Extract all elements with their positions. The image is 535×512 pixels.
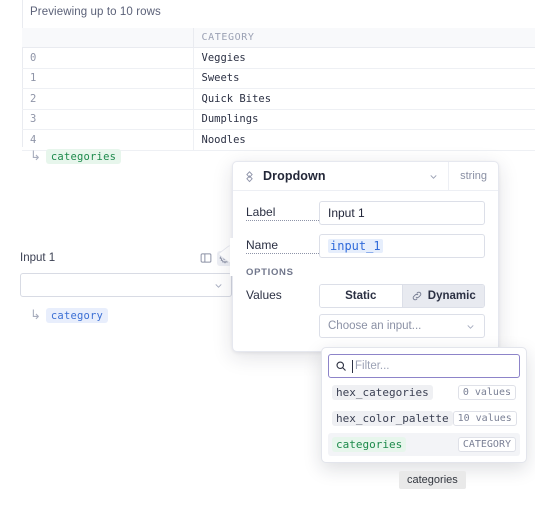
config-panel-type-label: string (448, 162, 498, 190)
split-panel-icon[interactable] (198, 251, 213, 266)
table-row: 0 Veggies (22, 48, 535, 69)
input-1-header: Input 1 (20, 250, 232, 266)
text-caret (352, 360, 353, 373)
column-header-category: CATEGORY (193, 28, 535, 48)
options-section-heading: OPTIONS (246, 267, 485, 278)
input-filter-dropdown-menu: Filter... hex_categories 0 values hex_co… (321, 347, 527, 463)
row-index: 4 (22, 130, 193, 151)
name-field-input[interactable]: input_1 (319, 234, 485, 258)
arrow-return-icon: ↳ (30, 309, 41, 322)
table-row: 1 Sweets (22, 68, 535, 89)
search-icon (335, 360, 347, 372)
choose-input-placeholder: Choose an input... (328, 320, 421, 332)
menu-item-badge: 10 values (453, 411, 517, 426)
diamond-icon (243, 170, 256, 183)
choose-input-select[interactable]: Choose an input... (319, 314, 485, 338)
preview-table: CATEGORY 0 Veggies 1 Sweets 2 Quick Bite… (22, 28, 535, 151)
table-row: 3 Dumplings (22, 109, 535, 130)
row-index: 2 (22, 89, 193, 110)
link-icon (411, 290, 423, 302)
row-category: Quick Bites (193, 89, 535, 110)
config-panel-title: Dropdown (263, 169, 326, 183)
filter-input-placeholder: Filter... (355, 360, 390, 372)
segment-static-label: Static (345, 290, 376, 302)
arrow-return-icon: ↳ (30, 150, 41, 163)
input-output-badge-row: ↳ category (30, 308, 108, 323)
menu-item-hex-categories[interactable]: hex_categories 0 values (328, 381, 520, 404)
label-field-label: Label (246, 205, 319, 221)
row-category: Sweets (193, 68, 535, 89)
menu-item-badge: 0 values (458, 385, 516, 400)
column-header-index (22, 28, 193, 48)
hover-tooltip: categories (399, 471, 466, 489)
row-category: Veggies (193, 48, 535, 69)
chevron-down-icon (213, 280, 224, 291)
table-row: 4 Noodles (22, 130, 535, 151)
table-row: 2 Quick Bites (22, 89, 535, 110)
row-category: Noodles (193, 130, 535, 151)
chevron-down-icon[interactable] (428, 171, 448, 182)
values-mode-segmented-control: Static Dynamic (319, 284, 485, 308)
input-output-variable-badge[interactable]: category (46, 308, 108, 323)
menu-item-label: categories (332, 437, 406, 452)
menu-item-badge: CATEGORY (458, 437, 516, 452)
config-panel-header: Dropdown string (233, 162, 498, 191)
values-row: Values Static Dynamic (246, 284, 485, 338)
input-1-label: Input 1 (20, 252, 55, 264)
label-field-row: Label Input 1 (246, 201, 485, 225)
segment-dynamic-label: Dynamic (428, 290, 476, 302)
row-index: 3 (22, 109, 193, 130)
panel-callout-tail-mask (230, 238, 236, 276)
row-index: 1 (22, 68, 193, 89)
menu-item-label: hex_categories (332, 385, 433, 400)
row-category: Dumplings (193, 109, 535, 130)
row-index: 0 (22, 48, 193, 69)
chevron-down-icon (465, 321, 476, 332)
name-field-value: input_1 (328, 239, 383, 253)
preview-caption: Previewing up to 10 rows (30, 6, 161, 18)
segment-dynamic[interactable]: Dynamic (402, 285, 485, 307)
menu-item-categories[interactable]: categories CATEGORY (328, 433, 520, 456)
name-field-row: Name input_1 (246, 234, 485, 258)
dropdown-config-panel: Dropdown string Label Input 1 Name input… (232, 161, 499, 352)
output-variable-badge[interactable]: categories (46, 149, 121, 164)
label-field-value: Input 1 (328, 206, 365, 220)
input-1-widget: Input 1 (20, 250, 232, 297)
filter-search-field[interactable]: Filter... (328, 354, 520, 378)
input-1-select[interactable] (20, 273, 232, 297)
menu-item-hex-color-palette[interactable]: hex_color_palette 10 values (328, 407, 520, 430)
menu-item-label: hex_color_palette (332, 411, 453, 426)
config-panel-body: Label Input 1 Name input_1 OPTIONS Value… (233, 191, 498, 351)
table-header-row: CATEGORY (22, 28, 535, 48)
name-field-label: Name (246, 238, 319, 254)
values-controls: Static Dynamic Choose an input... (319, 284, 485, 338)
preview-output-badge-row: ↳ categories (30, 149, 121, 164)
values-label: Values (246, 288, 319, 302)
label-field-input[interactable]: Input 1 (319, 201, 485, 225)
segment-static[interactable]: Static (320, 285, 402, 307)
